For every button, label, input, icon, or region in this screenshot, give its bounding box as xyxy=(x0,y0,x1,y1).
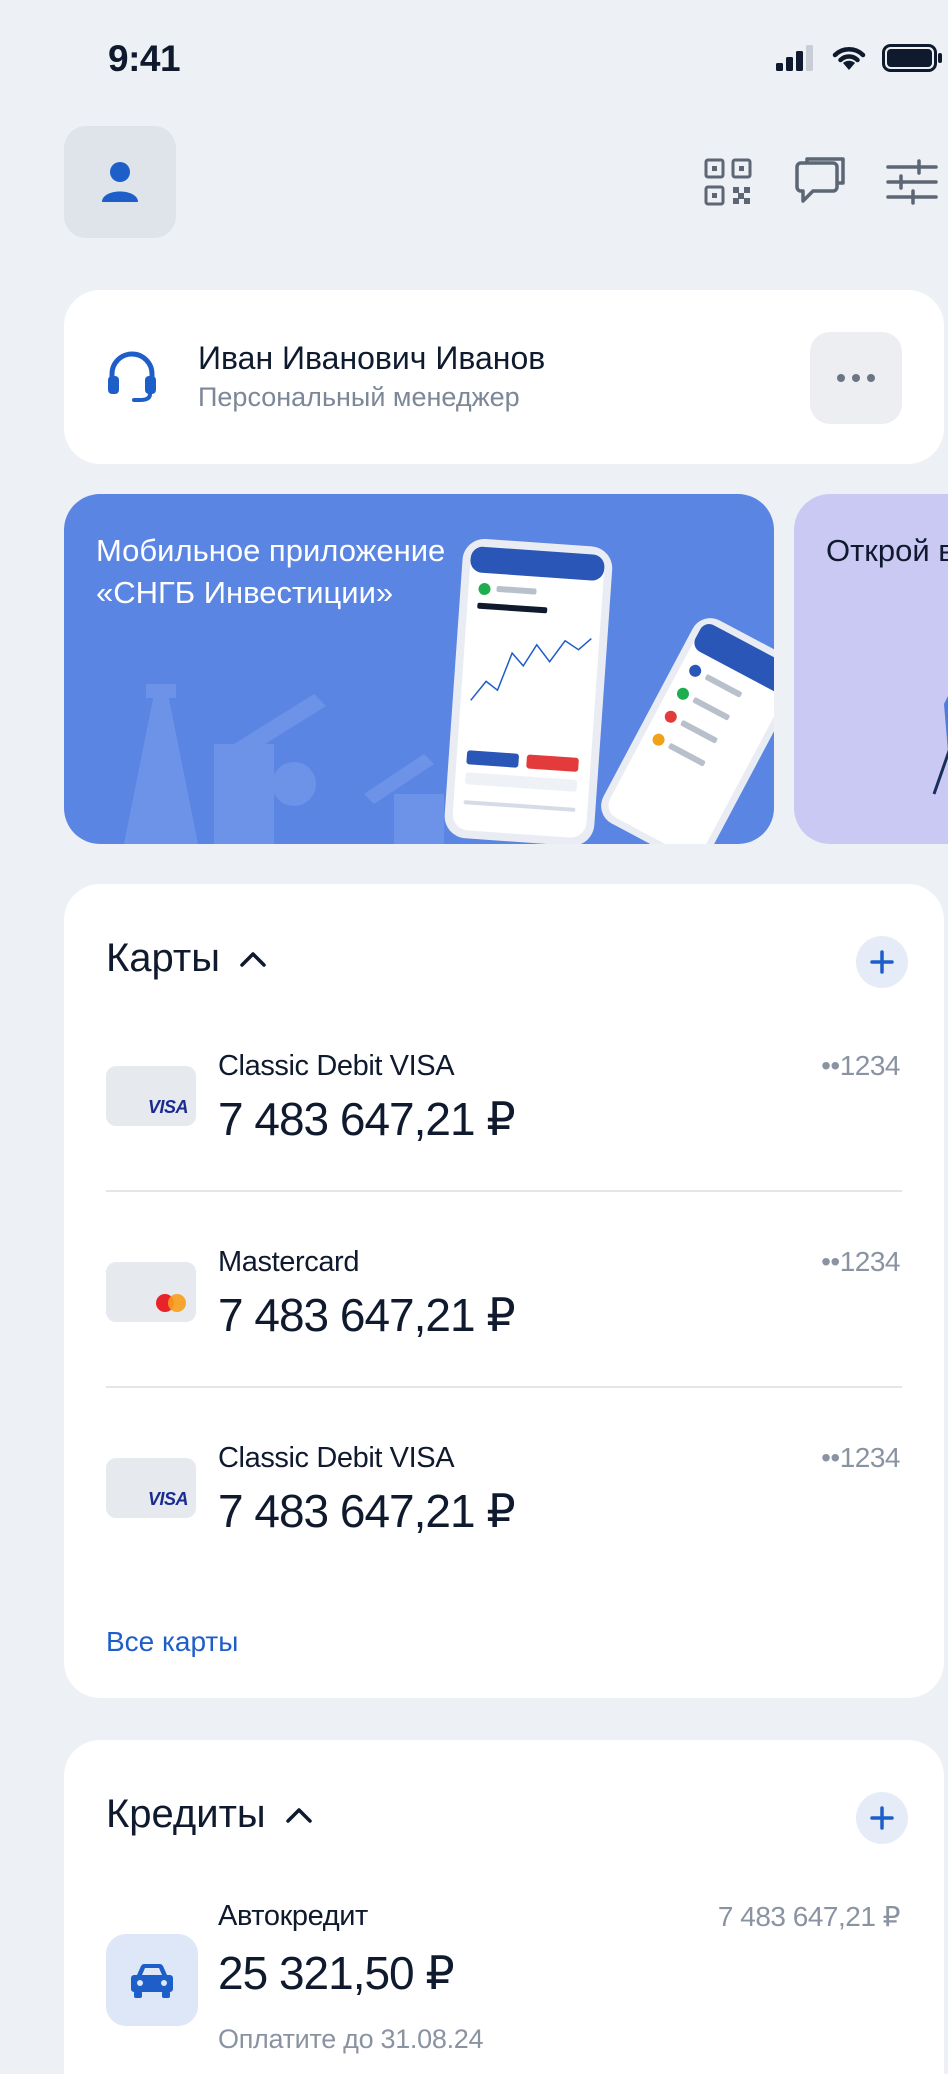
cards-section: Карты VISA Classic Debit VISA 7 483 647,… xyxy=(64,884,944,1698)
chevron-up-icon xyxy=(240,951,266,967)
section-title: Карты xyxy=(106,936,220,980)
visa-logo-icon: VISA xyxy=(147,1489,189,1509)
card-number-mask: ••1234 xyxy=(821,1442,900,1473)
credit-name: Автокредит xyxy=(218,1900,368,1932)
section-title: Кредиты xyxy=(106,1792,266,1836)
card-list-item[interactable]: VISA Classic Debit VISA 7 483 647,21 ₽ •… xyxy=(64,1022,944,1218)
divider xyxy=(106,1386,902,1388)
qr-scan-button[interactable] xyxy=(698,152,758,212)
car-icon xyxy=(131,1963,173,1998)
dot-icon xyxy=(852,374,860,382)
dot-icon xyxy=(837,374,845,382)
investments-app-banner[interactable]: Мобильное приложение «СНГБ Инвестиции» xyxy=(64,494,774,844)
card-balance: 7 483 647,21 ₽ xyxy=(218,1093,516,1145)
deposit-illustration xyxy=(932,696,948,795)
wifi-icon xyxy=(832,47,866,70)
filters-icon xyxy=(886,159,938,205)
card-list-item[interactable]: Mastercard 7 483 647,21 ₽ ••1234 xyxy=(64,1218,944,1414)
card-name: Classic Debit VISA xyxy=(218,1050,455,1082)
plus-icon xyxy=(870,1806,894,1830)
deposit-banner[interactable]: Открой вклад п годовых xyxy=(794,494,948,844)
credit-total: 7 483 647,21 ₽ xyxy=(717,1901,901,1932)
credits-section-header[interactable]: Кредиты xyxy=(106,1792,314,1837)
visa-card-thumbnail: VISA xyxy=(106,1066,196,1126)
credits-section: Кредиты Автокредит 7 483 647,21 ₽ 25 321… xyxy=(64,1740,944,2074)
manager-role: Персональный менеджер xyxy=(198,382,520,412)
card-number-mask: ••1234 xyxy=(821,1050,900,1081)
card-list-item[interactable]: VISA Classic Debit VISA 7 483 647,21 ₽ •… xyxy=(64,1414,944,1610)
card-name: Classic Debit VISA xyxy=(218,1442,455,1474)
visa-logo-icon: VISA xyxy=(147,1097,189,1117)
all-cards-link[interactable]: Все карты xyxy=(106,1626,238,1658)
cards-section-header[interactable]: Карты xyxy=(106,936,268,981)
main-screen: 9:41 Иван Иванович Иванов Персональный м… xyxy=(0,0,948,2074)
credit-thumbnail xyxy=(106,1934,198,2026)
divider xyxy=(106,1190,902,1192)
mastercard-card-thumbnail xyxy=(106,1262,196,1322)
dot-icon xyxy=(867,374,875,382)
manager-name: Иван Иванович Иванов xyxy=(198,340,546,376)
manager-more-button[interactable] xyxy=(810,332,902,424)
status-time: 9:41 xyxy=(108,38,181,79)
profile-button[interactable] xyxy=(64,126,176,238)
phone-mockup-illustration xyxy=(444,538,774,844)
credit-payment-amount: 25 321,50 ₽ xyxy=(218,1947,455,1999)
chevron-up-icon xyxy=(285,1807,312,1823)
battery-icon xyxy=(882,44,942,72)
add-credit-button[interactable] xyxy=(856,1792,908,1844)
card-name: Mastercard xyxy=(218,1246,360,1278)
filters-button[interactable] xyxy=(882,152,942,212)
visa-card-thumbnail: VISA xyxy=(106,1458,196,1518)
chat-button[interactable] xyxy=(790,152,850,212)
plus-icon xyxy=(870,950,894,974)
status-icons xyxy=(776,44,942,72)
headset-icon xyxy=(108,351,156,402)
cellular-signal-icon xyxy=(776,45,813,71)
card-balance: 7 483 647,21 ₽ xyxy=(218,1485,516,1537)
profile-icon xyxy=(102,162,138,202)
personal-manager-card[interactable]: Иван Иванович Иванов Персональный менедж… xyxy=(64,290,944,464)
card-balance: 7 483 647,21 ₽ xyxy=(218,1289,516,1341)
credit-due-date: Оплатите до 31.08.24 xyxy=(218,2024,484,2054)
chat-icon xyxy=(795,157,845,203)
add-card-button[interactable] xyxy=(856,936,908,988)
mastercard-logo-icon xyxy=(156,1294,186,1312)
qr-code-icon xyxy=(704,158,752,206)
card-number-mask: ••1234 xyxy=(821,1246,900,1277)
banner-text: Мобильное приложение «СНГБ Инвестиции» xyxy=(96,533,446,610)
